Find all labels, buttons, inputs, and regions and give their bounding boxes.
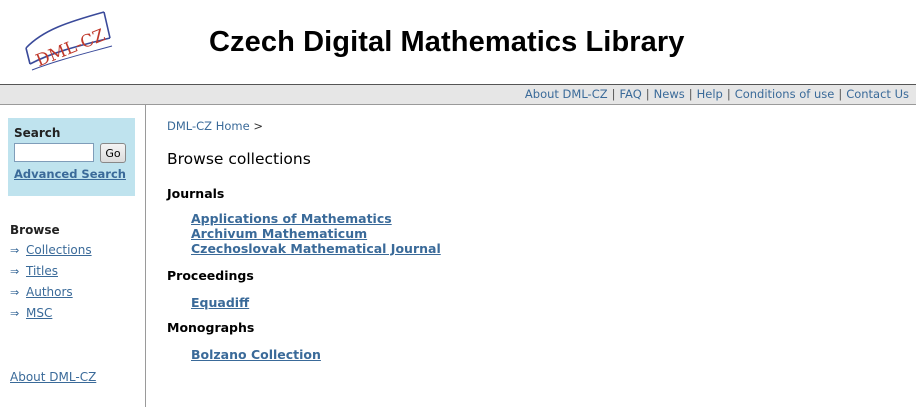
logo-text: DML-CZ	[33, 25, 108, 71]
topnav-contact[interactable]: Contact Us	[846, 87, 909, 101]
browse-list: ⇒ Collections ⇒ Titles ⇒ Authors ⇒ MSC	[10, 243, 92, 327]
list-item: Archivum Mathematicum	[191, 226, 441, 241]
collection-list-journals: Applications of Mathematics Archivum Mat…	[191, 211, 441, 256]
browse-link-titles[interactable]: Titles	[26, 264, 58, 278]
sidebar: Search Go Advanced Search Browse ⇒ Collec…	[0, 105, 146, 407]
topnav-conditions[interactable]: Conditions of use	[735, 87, 835, 101]
arrow-right-icon: ⇒	[10, 244, 20, 257]
breadcrumb-home[interactable]: DML-CZ Home	[167, 119, 250, 133]
collection-link[interactable]: Applications of Mathematics	[191, 211, 392, 226]
browse-link-msc[interactable]: MSC	[26, 306, 52, 320]
collection-link[interactable]: Equadiff	[191, 295, 249, 310]
collection-link[interactable]: Archivum Mathematicum	[191, 226, 367, 241]
browse-item-titles: ⇒ Titles	[10, 264, 92, 285]
arrow-right-icon: ⇒	[10, 307, 20, 320]
main-content: DML-CZ Home > Browse collections Journal…	[146, 105, 916, 407]
topnav-help[interactable]: Help	[697, 87, 723, 101]
collection-list-monographs: Bolzano Collection	[191, 347, 321, 362]
advanced-search-link[interactable]: Advanced Search	[14, 167, 135, 181]
collection-list-proceedings: Equadiff	[191, 295, 249, 310]
top-nav: About DML-CZ | FAQ | News | Help | Conditions of…	[524, 87, 909, 101]
top-nav-bar: About DML-CZ | FAQ | News | Help | Conditions of…	[0, 84, 916, 105]
sidebar-about-link[interactable]: About DML-CZ	[10, 370, 96, 384]
list-item: Bolzano Collection	[191, 347, 321, 362]
section-title-monographs: Monographs	[167, 320, 255, 335]
page-title: Browse collections	[167, 150, 311, 168]
browse-item-collections: ⇒ Collections	[10, 243, 92, 264]
arrow-right-icon: ⇒	[10, 265, 20, 278]
collection-link[interactable]: Czechoslovak Mathematical Journal	[191, 241, 441, 256]
collection-link[interactable]: Bolzano Collection	[191, 347, 321, 362]
topnav-about[interactable]: About DML-CZ	[525, 87, 608, 101]
search-title: Search	[14, 126, 61, 140]
search-row: Go	[14, 143, 135, 165]
topnav-faq[interactable]: FAQ	[619, 87, 641, 101]
browse-item-msc: ⇒ MSC	[10, 306, 92, 327]
site-header: DML-CZ Czech Digital Mathematics Library	[0, 0, 916, 84]
breadcrumb: DML-CZ Home >	[167, 119, 263, 133]
dml-cz-logo[interactable]: DML-CZ	[18, 8, 118, 78]
section-title-journals: Journals	[167, 186, 225, 201]
section-title-proceedings: Proceedings	[167, 268, 254, 283]
browse-title: Browse	[10, 223, 60, 237]
breadcrumb-separator: >	[253, 119, 263, 133]
list-item: Czechoslovak Mathematical Journal	[191, 241, 441, 256]
search-panel: Search Go Advanced Search	[8, 118, 135, 196]
search-input[interactable]	[14, 143, 94, 162]
list-item: Equadiff	[191, 295, 249, 310]
browse-link-collections[interactable]: Collections	[26, 243, 92, 257]
arrow-right-icon: ⇒	[10, 286, 20, 299]
topnav-news[interactable]: News	[654, 87, 685, 101]
browse-link-authors[interactable]: Authors	[26, 285, 73, 299]
go-button[interactable]: Go	[100, 143, 126, 163]
browse-item-authors: ⇒ Authors	[10, 285, 92, 306]
site-title: Czech Digital Mathematics Library	[209, 26, 685, 58]
list-item: Applications of Mathematics	[191, 211, 441, 226]
